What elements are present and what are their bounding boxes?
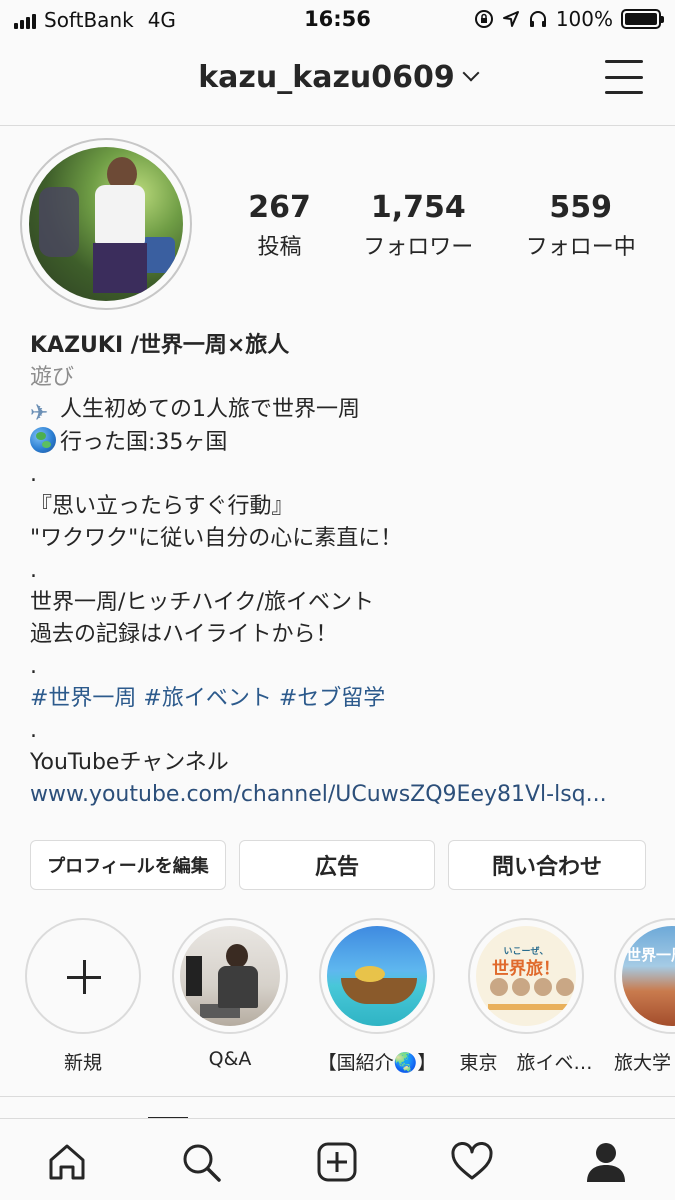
status-right: 100% (474, 7, 664, 31)
bio-line: 『思い立ったらすぐ行動』 (30, 494, 294, 519)
profile-icon[interactable] (583, 1139, 629, 1185)
highlight-cover (180, 926, 280, 1026)
highlight-qa[interactable]: Q&A (160, 918, 300, 1070)
highlight-label: 【国紹介🌏】 (317, 1052, 437, 1074)
chevron-down-icon (462, 64, 480, 82)
profile-tabs (0, 1096, 675, 1119)
profile-actions: プロフィールを編集 広告 問い合わせ (30, 840, 646, 890)
profile-avatar[interactable] (20, 138, 192, 310)
globe-icon (30, 427, 56, 453)
activity-heart-icon[interactable] (449, 1139, 495, 1185)
stat-followers[interactable]: 1,754 フォロワー (363, 190, 473, 261)
search-icon[interactable] (178, 1139, 224, 1185)
menu-icon[interactable] (605, 60, 643, 94)
followers-count: 1,754 (370, 190, 466, 225)
posts-label: 投稿 (257, 235, 302, 260)
story-highlights: 新規 Q&A 【国紹介🌏】 いこーぜ、 世界旅！ 東京 旅イベ… 世界一周 旅大… (0, 918, 675, 1078)
highlight-cover: 世界一周 (622, 926, 675, 1026)
bio-line: YouTubeチャンネル (30, 750, 229, 775)
battery-icon (621, 9, 664, 29)
plus-icon (25, 918, 141, 1034)
airplane-icon: ✈ (30, 401, 49, 426)
bio-line: ✈ 人生初めての1人旅で世界一周 (30, 397, 360, 426)
following-label: フォロー中 (525, 235, 636, 260)
battery-percent: 100% (555, 7, 613, 31)
highlight-cover (327, 926, 427, 1026)
highlight-new[interactable]: 新規 (13, 918, 153, 1075)
bio-dot: . (30, 654, 37, 679)
bio-website-link[interactable]: www.youtube.com/channel/UCuwsZQ9Eey81Vl-… (30, 779, 650, 811)
highlight-label: Q&A (208, 1048, 252, 1070)
bio-line: 世界一周/ヒッチハイク/旅イベント (30, 590, 374, 615)
highlight-label: 新規 (63, 1052, 102, 1074)
headphones-icon (529, 11, 546, 27)
account-switcher[interactable]: kazu_kazu0609 (0, 60, 675, 95)
edit-profile-button[interactable]: プロフィールを編集 (30, 840, 226, 890)
bio-dot: . (30, 558, 37, 583)
bio-line: 行った国:35ヶ国 (30, 427, 650, 459)
status-bar: SoftBank 4G 16:56 100% (0, 0, 675, 40)
lock-rotation-icon (474, 10, 493, 28)
stat-following[interactable]: 559 フォロー中 (526, 190, 636, 261)
home-icon[interactable] (44, 1139, 90, 1185)
highlight-country[interactable]: 【国紹介🌏】 (307, 918, 447, 1075)
profile-header: kazu_kazu0609 (0, 40, 675, 126)
highlight-label: 東京 旅イベ… (459, 1052, 593, 1074)
highlight-travel-university[interactable]: 世界一周 旅大学 (604, 918, 675, 1075)
highlight-tokyo-event[interactable]: いこーぜ、 世界旅！ 東京 旅イベ… (456, 918, 596, 1075)
followers-label: フォロワー (363, 235, 474, 260)
username: kazu_kazu0609 (198, 60, 455, 95)
contact-button[interactable]: 問い合わせ (448, 840, 646, 890)
highlight-cover: いこーぜ、 世界旅！ (476, 926, 576, 1026)
ads-button[interactable]: 広告 (239, 840, 435, 890)
avatar-image (29, 147, 183, 301)
new-post-icon[interactable] (314, 1139, 360, 1185)
display-name: KAZUKI /世界一周×旅人 (30, 333, 290, 358)
highlight-label: 旅大学 (614, 1052, 672, 1074)
bio-dot: . (30, 462, 37, 487)
bio-hashtags[interactable]: #世界一周 #旅イベント #セブ留学 (30, 683, 650, 715)
profile-stats: 267 投稿 1,754 フォロワー 559 フォロー中 (222, 190, 662, 261)
profile-category: 遊び (30, 365, 75, 390)
bottom-nav (0, 1118, 675, 1200)
bio-line: "ワクワク"に従い自分の心に素直に！ (30, 526, 403, 551)
bio-dot: . (30, 718, 37, 743)
location-icon (502, 11, 519, 27)
bio-line: 過去の記録はハイライトから！ (30, 622, 338, 647)
following-count: 559 (549, 190, 613, 225)
stat-posts[interactable]: 267 投稿 (248, 190, 311, 261)
posts-count: 267 (248, 190, 311, 225)
profile-bio: KAZUKI /世界一周×旅人 遊び ✈ 人生初めての1人旅で世界一周 行った国:… (30, 330, 650, 811)
